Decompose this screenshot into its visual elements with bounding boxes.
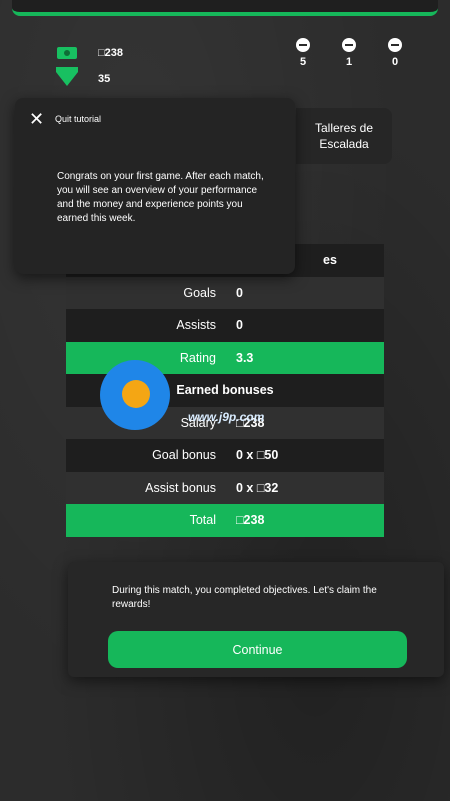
- rewards-message: During this match, you completed objecti…: [112, 585, 377, 610]
- cash-icon: [56, 45, 78, 61]
- counters: 5 1 0: [280, 38, 418, 68]
- cash-stat: □238: [56, 40, 123, 66]
- tutorial-message: Congrats on your first game. After each …: [57, 171, 264, 224]
- close-icon[interactable]: ✕: [29, 110, 44, 128]
- ticket-icon: [388, 38, 402, 52]
- quit-tutorial-button[interactable]: ✕ Quit tutorial: [15, 98, 295, 128]
- gems-value: 35: [98, 73, 111, 85]
- gem-icon: [56, 67, 78, 87]
- counter-training: 5: [280, 38, 326, 68]
- quit-tutorial-label[interactable]: Quit tutorial: [55, 114, 101, 124]
- wallet: □238 35: [56, 40, 123, 92]
- location-card: Talleres de Escalada: [296, 108, 392, 164]
- table-row: Goals 0: [66, 276, 384, 309]
- top-bar: [12, 0, 438, 16]
- counter-ticket: 0: [372, 38, 418, 68]
- counter-cone: 1: [326, 38, 372, 68]
- dumbbell-icon: [296, 38, 310, 52]
- counter-value: 0: [391, 56, 399, 68]
- tutorial-popup: ✕ Quit tutorial Congrats on your first g…: [15, 98, 295, 274]
- watermark-url: www.j9p.com: [188, 410, 265, 424]
- rewards-panel: During this match, you completed objecti…: [68, 562, 444, 677]
- cone-icon: [342, 38, 356, 52]
- table-row: Assist bonus 0 x □32: [66, 471, 384, 504]
- table-row: Assists 0: [66, 309, 384, 342]
- watermark-dot-icon: [122, 380, 150, 408]
- table-row-total: Total □238: [66, 504, 384, 537]
- table-row: Goal bonus 0 x □50: [66, 439, 384, 472]
- cash-value: □238: [98, 47, 123, 59]
- gems-stat: 35: [56, 66, 123, 92]
- counter-value: 1: [345, 56, 353, 68]
- location-name: Talleres de Escalada: [314, 121, 374, 151]
- continue-button[interactable]: Continue: [108, 631, 407, 668]
- counter-value: 5: [299, 56, 307, 68]
